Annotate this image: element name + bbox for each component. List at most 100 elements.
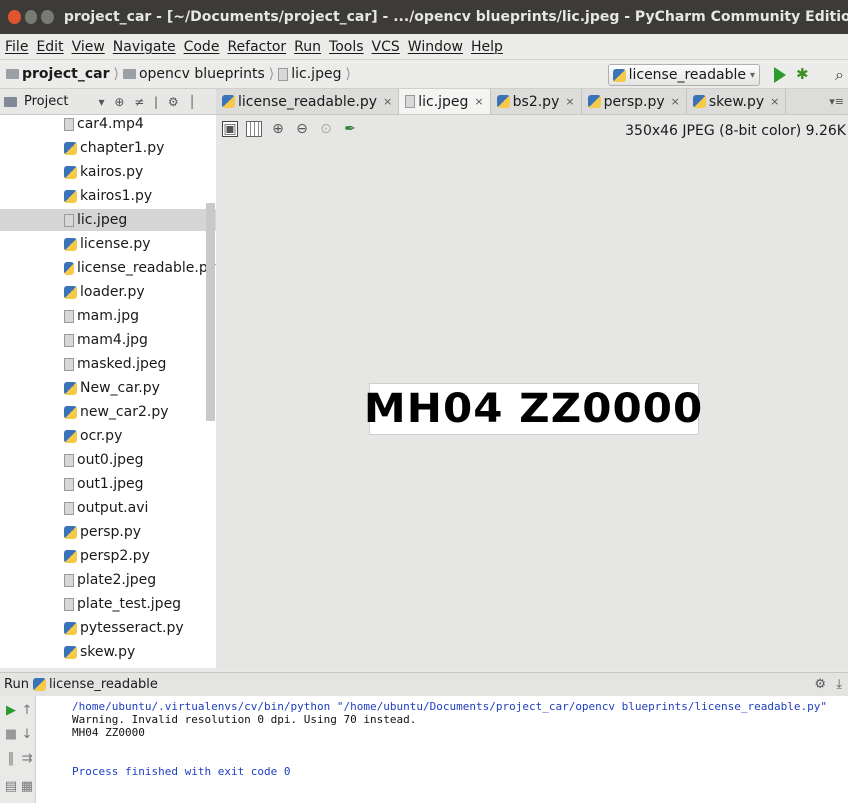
menu-tools[interactable]: Tools xyxy=(329,39,364,55)
breadcrumb-folder[interactable]: opencv blueprints xyxy=(122,66,265,82)
chevron-down-icon: ▾ xyxy=(749,69,755,81)
menu-code[interactable]: Code xyxy=(184,39,220,55)
python-file-icon xyxy=(64,285,77,299)
menu-vcs[interactable]: VCS xyxy=(372,39,400,55)
close-window-icon[interactable] xyxy=(8,10,21,24)
python-file-icon xyxy=(64,189,77,203)
stop-icon[interactable]: ■ xyxy=(4,728,18,742)
close-tab-icon[interactable]: × xyxy=(770,95,779,108)
project-panel-tools[interactable]: ▾ ⊕ ≠ | ⚙ │ xyxy=(98,95,198,109)
tree-item[interactable]: plate2.jpeg xyxy=(64,569,216,591)
breadcrumb-project[interactable]: project_car xyxy=(0,66,109,82)
color-picker-icon[interactable]: ✒ xyxy=(342,121,358,137)
tree-item[interactable]: mam4.jpg xyxy=(64,329,216,351)
breadcrumb-file[interactable]: lic.jpeg xyxy=(278,66,341,82)
tree-item[interactable]: license.py xyxy=(64,233,216,255)
grid-icon[interactable] xyxy=(246,121,262,137)
run-panel-header: Run license_readable ⚙ ⤓ xyxy=(0,672,848,696)
tree-item[interactable]: kairos.py xyxy=(64,161,216,183)
tree-item[interactable]: ocr.py xyxy=(64,425,216,447)
close-tab-icon[interactable]: × xyxy=(671,95,680,108)
tree-item[interactable]: kairos1.py xyxy=(64,185,216,207)
run-panel-config[interactable]: license_readable xyxy=(32,677,158,692)
file-icon xyxy=(64,117,74,131)
tree-item[interactable]: persp.py xyxy=(64,521,216,543)
tree-item[interactable]: pytesseract.py xyxy=(64,617,216,639)
editor-tab[interactable]: lic.jpeg × xyxy=(399,89,491,114)
print-icon[interactable]: ▦ xyxy=(20,780,34,794)
breadcrumb-project-label: project_car xyxy=(22,66,110,82)
close-tab-icon[interactable]: × xyxy=(565,95,574,108)
menu-navigate[interactable]: Navigate xyxy=(113,39,176,55)
zoom-in-icon[interactable]: ⊕ xyxy=(270,121,286,137)
tree-item[interactable]: license_readable.py xyxy=(64,257,216,279)
tree-item[interactable]: output.avi xyxy=(64,497,216,519)
gear-icon[interactable]: ⚙ xyxy=(814,677,826,692)
python-file-icon xyxy=(64,429,77,443)
run-console[interactable]: /home/ubuntu/.virtualenvs/cv/bin/python … xyxy=(36,696,848,803)
python-file-icon xyxy=(64,141,77,155)
menu-window[interactable]: Window xyxy=(408,39,463,55)
hide-panel-icon[interactable]: ⤓ xyxy=(836,677,842,692)
tab-label: persp.py xyxy=(603,93,665,110)
restore-layout-icon[interactable]: ▤ xyxy=(4,780,18,794)
scroll-down-icon[interactable]: ↓ xyxy=(20,728,34,742)
tree-item[interactable]: out0.jpeg xyxy=(64,449,216,471)
tree-item[interactable]: mam.jpg xyxy=(64,305,216,327)
tree-item[interactable]: car4.mp4 xyxy=(64,115,216,135)
zoom-out-icon[interactable]: ⊖ xyxy=(294,121,310,137)
tree-item[interactable]: out1.jpeg xyxy=(64,473,216,495)
close-tab-icon[interactable]: × xyxy=(383,95,392,108)
tree-item[interactable]: loader.py xyxy=(64,281,216,303)
minimize-window-icon[interactable] xyxy=(24,10,38,24)
console-line: Process finished with exit code 0 xyxy=(72,765,291,778)
project-panel-title[interactable]: Project xyxy=(24,94,68,109)
tree-item-label: plate_test.jpeg xyxy=(77,596,182,612)
tree-item-label: masked.jpeg xyxy=(77,356,167,372)
menu-file[interactable]: File xyxy=(5,39,28,55)
debug-bug-icon[interactable]: ✱ xyxy=(796,66,810,82)
menu-view[interactable]: View xyxy=(72,39,105,55)
tree-item[interactable]: lic.jpeg xyxy=(0,209,216,231)
tree-scrollbar[interactable] xyxy=(206,203,215,421)
chessboard-background-icon[interactable]: ▣ xyxy=(222,121,238,137)
search-icon[interactable]: ⌕ xyxy=(835,65,844,85)
tab-label: lic.jpeg xyxy=(418,93,469,110)
tree-item[interactable]: New_car.py xyxy=(64,377,216,399)
python-file-icon xyxy=(64,549,77,563)
menu-edit[interactable]: Edit xyxy=(36,39,63,55)
menu-refactor[interactable]: Refactor xyxy=(227,39,286,55)
project-view-icon xyxy=(4,96,17,107)
tab-list-icon[interactable]: ▾≡ xyxy=(829,95,844,108)
image-viewer: ▣ ⊕ ⊖ ⊙ ✒ 350x46 JPEG (8-bit color) 9.26… xyxy=(216,115,848,668)
scroll-up-icon[interactable]: ↑ xyxy=(20,704,34,718)
console-line: MH04 ZZ0000 xyxy=(72,726,145,739)
tree-item[interactable]: masked.jpeg xyxy=(64,353,216,375)
soft-wrap-icon[interactable]: ⇉ xyxy=(20,752,34,766)
tree-item-label: license_readable.py xyxy=(77,260,216,276)
menu-help[interactable]: Help xyxy=(471,39,503,55)
actual-size-icon[interactable]: ⊙ xyxy=(318,121,334,137)
tree-item-label: output.avi xyxy=(77,500,149,516)
close-tab-icon[interactable]: × xyxy=(474,95,483,108)
run-panel-config-label: license_readable xyxy=(48,677,158,692)
tree-item[interactable]: plate_test.jpeg xyxy=(64,593,216,615)
editor-tab[interactable]: bs2.py × xyxy=(491,89,582,114)
menu-run[interactable]: Run xyxy=(294,39,321,55)
editor-tab[interactable]: license_readable.py × xyxy=(216,89,400,114)
tree-item[interactable]: persp2.py xyxy=(64,545,216,567)
tab-label: skew.py xyxy=(708,93,765,110)
run-icon[interactable] xyxy=(774,67,786,83)
maximize-window-icon[interactable] xyxy=(41,10,54,24)
run-config-dropdown[interactable]: license_readable ▾ xyxy=(607,64,760,86)
python-file-icon xyxy=(222,95,235,108)
editor-tab[interactable]: skew.py × xyxy=(687,89,787,114)
tree-item[interactable]: skew.py xyxy=(64,641,216,663)
pause-icon[interactable]: ‖ xyxy=(4,752,18,766)
rerun-icon[interactable]: ▶ xyxy=(4,704,18,718)
tree-item[interactable]: new_car2.py xyxy=(64,401,216,423)
tree-item[interactable]: chapter1.py xyxy=(64,137,216,159)
file-icon xyxy=(64,213,74,227)
editor-tab[interactable]: persp.py × xyxy=(582,89,687,114)
project-tree[interactable]: car4.mp4 chapter1.py kairos.py kairos1.py li… xyxy=(0,115,216,668)
